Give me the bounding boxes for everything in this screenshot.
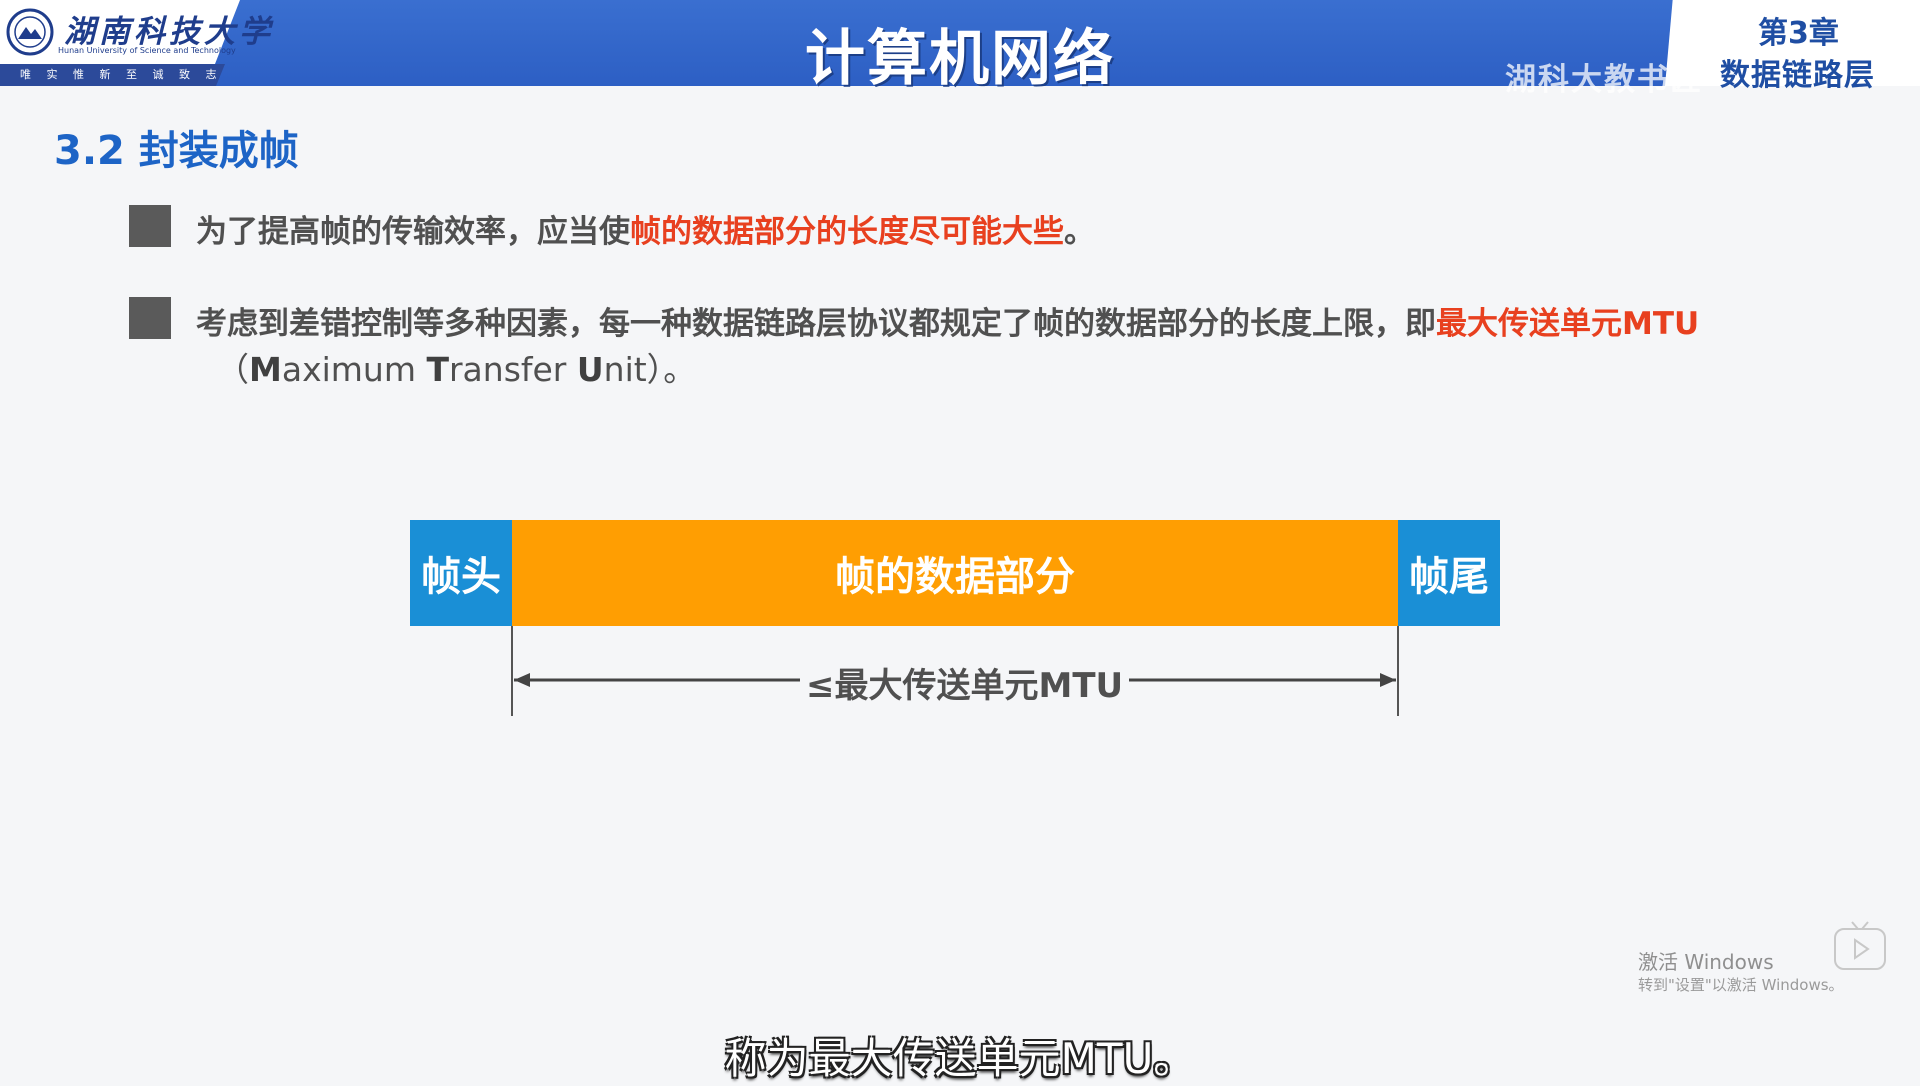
- video-subtitle: 称为最大传送单元MTU。: [724, 1034, 1196, 1083]
- windows-activation-title: 激活 Windows: [1638, 950, 1774, 974]
- mtu-label: ≤最大传送单元MTU: [800, 658, 1130, 707]
- mtu-dimension-arrow: [511, 626, 1399, 716]
- windows-activation-subtitle: 转到"设置"以激活 Windows。: [1638, 976, 1844, 994]
- play-icon[interactable]: [1832, 920, 1888, 972]
